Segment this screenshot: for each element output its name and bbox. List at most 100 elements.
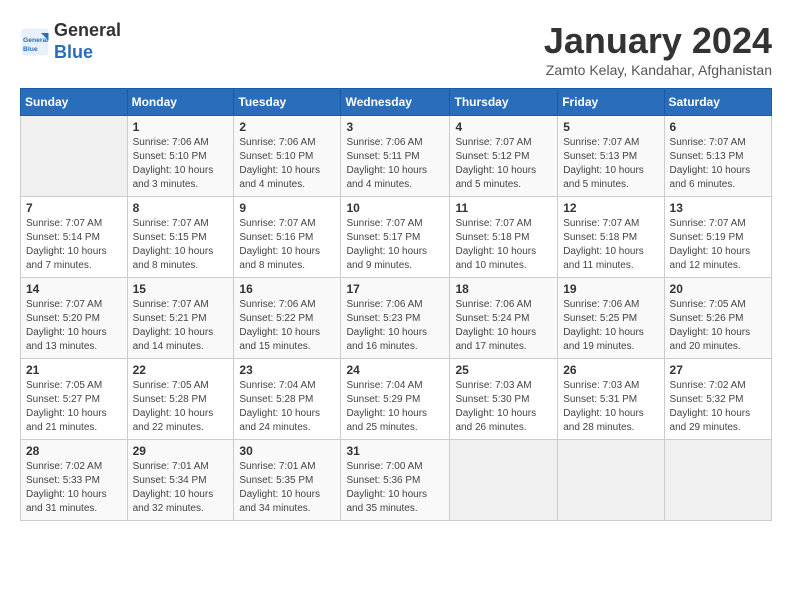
day-number: 19 (563, 282, 658, 296)
day-info: Sunrise: 7:07 AMSunset: 5:13 PMDaylight:… (563, 136, 658, 192)
column-header-sunday: Sunday (21, 89, 128, 116)
day-info: Sunrise: 7:00 AMSunset: 5:36 PMDaylight:… (346, 460, 444, 516)
day-number: 12 (563, 201, 658, 215)
day-number: 28 (26, 444, 122, 458)
day-info: Sunrise: 7:07 AMSunset: 5:12 PMDaylight:… (455, 136, 552, 192)
calendar-cell: 13 Sunrise: 7:07 AMSunset: 5:19 PMDayligh… (664, 197, 771, 278)
calendar-cell: 18 Sunrise: 7:06 AMSunset: 5:24 PMDayligh… (450, 278, 558, 359)
day-number: 27 (670, 363, 766, 377)
day-number: 22 (133, 363, 229, 377)
svg-text:Blue: Blue (23, 46, 38, 53)
day-number: 25 (455, 363, 552, 377)
day-number: 18 (455, 282, 552, 296)
calendar-cell: 24Sunrise: 7:04 AMSunset: 5:29 PMDayligh… (341, 359, 450, 440)
calendar-cell: 10Sunrise: 7:07 AMSunset: 5:17 PMDayligh… (341, 197, 450, 278)
day-info: Sunrise: 7:07 AMSunset: 5:16 PMDaylight:… (239, 217, 335, 273)
day-info: Sunrise: 7:07 AMSunset: 5:21 PMDaylight:… (133, 298, 229, 354)
day-info: Sunrise: 7:07 AMSunset: 5:20 PMDaylight:… (26, 298, 122, 354)
calendar-cell: 28 Sunrise: 7:02 AMSunset: 5:33 PMDayligh… (21, 440, 128, 521)
column-header-tuesday: Tuesday (234, 89, 341, 116)
day-info: Sunrise: 7:06 AMSunset: 5:24 PMDaylight:… (455, 298, 552, 354)
day-info: Sunrise: 7:07 AMSunset: 5:19 PMDaylight:… (670, 217, 766, 273)
day-info: Sunrise: 7:07 AMSunset: 5:18 PMDaylight:… (455, 217, 552, 273)
calendar-cell: 7Sunrise: 7:07 AMSunset: 5:14 PMDaylight… (21, 197, 128, 278)
day-info: Sunrise: 7:05 AMSunset: 5:26 PMDaylight:… (670, 298, 766, 354)
day-info: Sunrise: 7:02 AMSunset: 5:32 PMDaylight:… (670, 379, 766, 435)
calendar-cell: 8 Sunrise: 7:07 AMSunset: 5:15 PMDaylight… (127, 197, 234, 278)
day-number: 16 (239, 282, 335, 296)
calendar-cell: 20 Sunrise: 7:05 AMSunset: 5:26 PMDayligh… (664, 278, 771, 359)
month-title: January 2024 (544, 20, 772, 62)
title-area: January 2024 Zamto Kelay, Kandahar, Afgh… (544, 20, 772, 78)
day-info: Sunrise: 7:04 AMSunset: 5:28 PMDaylight:… (239, 379, 335, 435)
day-number: 2 (239, 120, 335, 134)
day-number: 14 (26, 282, 122, 296)
logo: General Blue General Blue (20, 20, 121, 63)
day-number: 15 (133, 282, 229, 296)
calendar-cell: 14 Sunrise: 7:07 AMSunset: 5:20 PMDayligh… (21, 278, 128, 359)
column-header-monday: Monday (127, 89, 234, 116)
calendar-cell (558, 440, 664, 521)
calendar-cell (450, 440, 558, 521)
day-number: 23 (239, 363, 335, 377)
day-info: Sunrise: 7:06 AMSunset: 5:11 PMDaylight:… (346, 136, 444, 192)
day-number: 31 (346, 444, 444, 458)
day-info: Sunrise: 7:03 AMSunset: 5:31 PMDaylight:… (563, 379, 658, 435)
calendar-cell: 9 Sunrise: 7:07 AMSunset: 5:16 PMDaylight… (234, 197, 341, 278)
day-info: Sunrise: 7:07 AMSunset: 5:18 PMDaylight:… (563, 217, 658, 273)
day-number: 1 (133, 120, 229, 134)
day-number: 17 (346, 282, 444, 296)
calendar-cell: 21 Sunrise: 7:05 AMSunset: 5:27 PMDayligh… (21, 359, 128, 440)
calendar-cell: 23 Sunrise: 7:04 AMSunset: 5:28 PMDayligh… (234, 359, 341, 440)
day-number: 30 (239, 444, 335, 458)
day-number: 5 (563, 120, 658, 134)
svg-text:General: General (23, 37, 48, 44)
day-info: Sunrise: 7:06 AMSunset: 5:10 PMDaylight:… (133, 136, 229, 192)
column-header-thursday: Thursday (450, 89, 558, 116)
day-number: 11 (455, 201, 552, 215)
calendar-cell: 19 Sunrise: 7:06 AMSunset: 5:25 PMDayligh… (558, 278, 664, 359)
location-text: Zamto Kelay, Kandahar, Afghanistan (544, 62, 772, 78)
day-number: 8 (133, 201, 229, 215)
day-number: 24 (346, 363, 444, 377)
column-header-saturday: Saturday (664, 89, 771, 116)
day-info: Sunrise: 7:01 AMSunset: 5:34 PMDaylight:… (133, 460, 229, 516)
day-info: Sunrise: 7:03 AMSunset: 5:30 PMDaylight:… (455, 379, 552, 435)
day-number: 21 (26, 363, 122, 377)
day-info: Sunrise: 7:07 AMSunset: 5:15 PMDaylight:… (133, 217, 229, 273)
day-number: 9 (239, 201, 335, 215)
day-info: Sunrise: 7:06 AMSunset: 5:25 PMDaylight:… (563, 298, 658, 354)
day-info: Sunrise: 7:06 AMSunset: 5:10 PMDaylight:… (239, 136, 335, 192)
day-info: Sunrise: 7:01 AMSunset: 5:35 PMDaylight:… (239, 460, 335, 516)
calendar-week-1: 1 Sunrise: 7:06 AMSunset: 5:10 PMDaylight… (21, 116, 772, 197)
calendar-cell: 29Sunrise: 7:01 AMSunset: 5:34 PMDayligh… (127, 440, 234, 521)
calendar-cell: 27 Sunrise: 7:02 AMSunset: 5:32 PMDayligh… (664, 359, 771, 440)
calendar-cell: 15 Sunrise: 7:07 AMSunset: 5:21 PMDayligh… (127, 278, 234, 359)
logo-general-text: General (54, 20, 121, 42)
calendar-week-2: 7Sunrise: 7:07 AMSunset: 5:14 PMDaylight… (21, 197, 772, 278)
calendar-table: SundayMondayTuesdayWednesdayThursdayFrid… (20, 88, 772, 521)
calendar-cell (21, 116, 128, 197)
calendar-cell: 12 Sunrise: 7:07 AMSunset: 5:18 PMDayligh… (558, 197, 664, 278)
calendar-cell: 16Sunrise: 7:06 AMSunset: 5:22 PMDayligh… (234, 278, 341, 359)
logo-blue-text: Blue (54, 42, 121, 64)
day-number: 13 (670, 201, 766, 215)
calendar-cell: 3Sunrise: 7:06 AMSunset: 5:11 PMDaylight… (341, 116, 450, 197)
calendar-cell: 5 Sunrise: 7:07 AMSunset: 5:13 PMDaylight… (558, 116, 664, 197)
calendar-cell (664, 440, 771, 521)
day-info: Sunrise: 7:02 AMSunset: 5:33 PMDaylight:… (26, 460, 122, 516)
day-info: Sunrise: 7:05 AMSunset: 5:28 PMDaylight:… (133, 379, 229, 435)
day-number: 20 (670, 282, 766, 296)
day-number: 4 (455, 120, 552, 134)
day-number: 6 (670, 120, 766, 134)
day-info: Sunrise: 7:05 AMSunset: 5:27 PMDaylight:… (26, 379, 122, 435)
calendar-cell: 30 Sunrise: 7:01 AMSunset: 5:35 PMDayligh… (234, 440, 341, 521)
day-info: Sunrise: 7:07 AMSunset: 5:13 PMDaylight:… (670, 136, 766, 192)
day-number: 7 (26, 201, 122, 215)
column-header-friday: Friday (558, 89, 664, 116)
day-info: Sunrise: 7:06 AMSunset: 5:23 PMDaylight:… (346, 298, 444, 354)
calendar-cell: 31 Sunrise: 7:00 AMSunset: 5:36 PMDayligh… (341, 440, 450, 521)
logo-icon: General Blue (20, 27, 50, 57)
column-header-wednesday: Wednesday (341, 89, 450, 116)
calendar-cell: 2 Sunrise: 7:06 AMSunset: 5:10 PMDaylight… (234, 116, 341, 197)
